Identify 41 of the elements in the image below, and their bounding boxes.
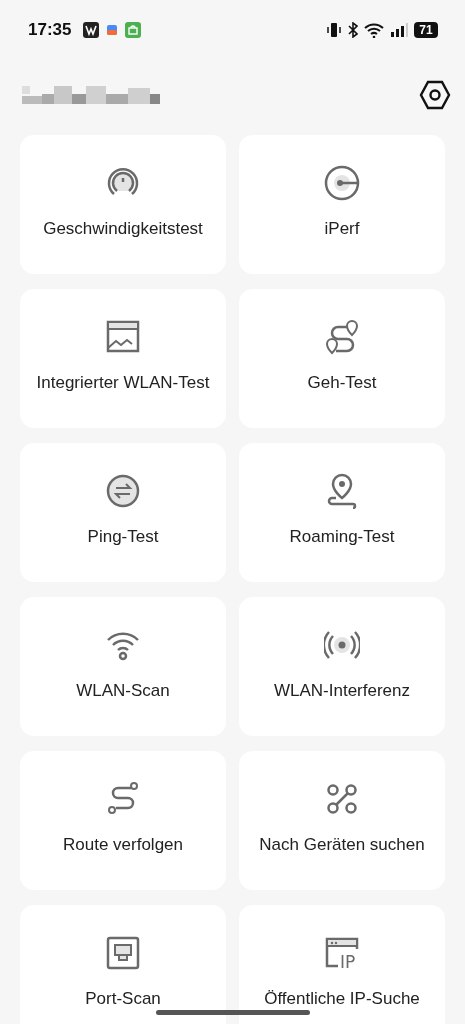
vibrate-icon	[326, 22, 342, 38]
tool-card[interactable]: Integrierter WLAN-Test	[20, 289, 226, 428]
status-time: 17:35	[28, 20, 72, 40]
tool-card[interactable]: Route verfolgen	[20, 751, 226, 890]
tool-card[interactable]: Geh-Test	[239, 289, 445, 428]
tool-label: Route verfolgen	[63, 835, 183, 855]
tool-label: Ping-Test	[87, 527, 159, 547]
tool-card[interactable]: Port-Scan	[20, 905, 226, 1024]
tool-label: WLAN-Interferenz	[273, 681, 410, 701]
app-notification-icon	[107, 25, 118, 35]
tool-label: Port-Scan	[85, 989, 161, 1009]
tool-label: Geschwindigkeitstest	[43, 219, 203, 239]
tool-label: iPerf	[324, 219, 360, 239]
route-icon	[105, 781, 141, 817]
tool-card[interactable]: WLAN-Interferenz	[239, 597, 445, 736]
battery-level: 71	[414, 22, 438, 38]
gauge-icon	[324, 165, 360, 201]
settings-icon[interactable]	[419, 80, 451, 110]
bluetooth-icon	[348, 22, 358, 38]
tool-label: Roaming-Test	[289, 527, 395, 547]
tool-card[interactable]: Geschwindigkeitstest	[20, 135, 226, 274]
tool-card[interactable]: Nach Geräten suchen	[239, 751, 445, 890]
swap-arrows-icon	[105, 473, 141, 509]
ethernet-port-icon	[105, 935, 141, 971]
app-notification-icon	[125, 22, 142, 38]
wifi-status-icon	[364, 22, 384, 38]
app-notification-icon	[83, 22, 100, 38]
tool-label: Integrierter WLAN-Test	[36, 373, 210, 393]
tool-card[interactable]: Ping-Test	[20, 443, 226, 582]
tool-card[interactable]: Roaming-Test	[239, 443, 445, 582]
tool-card[interactable]: IP Öffentliche IP-Suche	[239, 905, 445, 1024]
tool-label: Öffentliche IP-Suche	[264, 989, 420, 1009]
signal-icon	[390, 23, 408, 37]
tool-label: Nach Geräten suchen	[259, 835, 425, 855]
nodes-icon	[324, 781, 360, 817]
tool-label: WLAN-Scan	[76, 681, 170, 701]
tool-card[interactable]: iPerf	[239, 135, 445, 274]
chart-window-icon	[105, 319, 141, 355]
tool-label: Geh-Test	[307, 373, 377, 393]
tool-card[interactable]: WLAN-Scan	[20, 597, 226, 736]
route-pins-icon	[324, 319, 360, 355]
